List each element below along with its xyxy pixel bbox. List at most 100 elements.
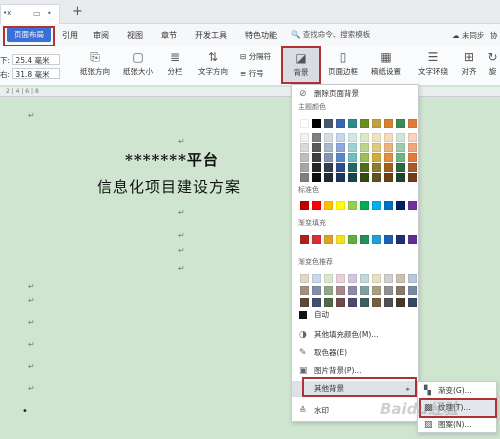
gradient-recommend-swatch[interactable] xyxy=(372,286,381,295)
new-tab-button[interactable]: + xyxy=(72,4,83,19)
gradient-recommend-swatch[interactable] xyxy=(408,274,417,283)
theme-color-swatch[interactable] xyxy=(336,153,345,162)
gradient-fill-swatch[interactable] xyxy=(336,235,345,244)
horizontal-ruler[interactable]: 2 | 4 | 6 | 8 xyxy=(0,87,500,97)
gradient-recommend-swatch[interactable] xyxy=(300,286,309,295)
text-direction-button[interactable]: ⇅ 文字方向 xyxy=(193,50,233,77)
delete-background-item[interactable]: ⊘ 删除页面背景 xyxy=(292,86,418,102)
theme-color-swatch[interactable] xyxy=(384,119,393,128)
standard-color-swatch[interactable] xyxy=(336,201,345,210)
margin-right-field[interactable]: 右: 31.8 毫米 xyxy=(0,68,61,80)
gradient-item[interactable]: ▚ 渐变(G)... xyxy=(418,383,496,399)
paper-size-button[interactable]: ▢ 纸张大小 xyxy=(118,50,158,77)
tab-developer[interactable]: 开发工具 xyxy=(195,30,227,41)
theme-color-swatch[interactable] xyxy=(300,133,309,142)
page-border-button[interactable]: ▯ 页面边框 xyxy=(324,50,362,77)
theme-color-swatch[interactable] xyxy=(360,119,369,128)
manuscript-button[interactable]: ▦ 稿纸设置 xyxy=(364,50,408,77)
gradient-recommend-swatch[interactable] xyxy=(408,298,417,307)
theme-color-swatch[interactable] xyxy=(312,143,321,152)
command-search[interactable]: 🔍 查找命令、搜索模板 xyxy=(291,29,391,42)
standard-color-swatch[interactable] xyxy=(312,201,321,210)
theme-color-swatch[interactable] xyxy=(300,173,309,182)
document-tab[interactable]: •x ▭ • xyxy=(0,4,60,24)
theme-color-swatch[interactable] xyxy=(312,133,321,142)
gradient-recommend-swatch[interactable] xyxy=(312,298,321,307)
theme-color-swatch[interactable] xyxy=(384,133,393,142)
gradient-fill-swatch[interactable] xyxy=(324,235,333,244)
theme-color-swatch[interactable] xyxy=(348,119,357,128)
pattern-item[interactable]: ▧ 图案(N)... xyxy=(418,417,496,433)
theme-color-swatch[interactable] xyxy=(372,133,381,142)
gradient-recommend-swatch[interactable] xyxy=(372,274,381,283)
rotate-button[interactable]: ↻ 旋 xyxy=(485,50,500,77)
theme-color-swatch[interactable] xyxy=(348,133,357,142)
line-numbers-button[interactable]: ≡ 行号 xyxy=(240,68,264,79)
gradient-fill-swatch[interactable] xyxy=(372,235,381,244)
collaborate-button[interactable]: 协 xyxy=(490,30,498,41)
theme-color-swatch[interactable] xyxy=(408,173,417,182)
orientation-button[interactable]: ⎘ 纸张方向 xyxy=(75,50,115,77)
gradient-fill-swatch[interactable] xyxy=(300,235,309,244)
theme-color-swatch[interactable] xyxy=(348,143,357,152)
other-fill-color-item[interactable]: ◑ 其他填充颜色(M)... xyxy=(292,327,418,343)
gradient-recommend-swatch[interactable] xyxy=(384,286,393,295)
standard-color-swatch[interactable] xyxy=(360,201,369,210)
theme-color-swatch[interactable] xyxy=(324,143,333,152)
sync-status[interactable]: ☁ 未同步 xyxy=(452,30,484,41)
standard-color-swatch[interactable] xyxy=(396,201,405,210)
theme-color-swatch[interactable] xyxy=(372,119,381,128)
standard-color-swatch[interactable] xyxy=(384,201,393,210)
standard-color-swatch[interactable] xyxy=(408,201,417,210)
theme-color-swatch[interactable] xyxy=(360,173,369,182)
gradient-recommend-swatch[interactable] xyxy=(360,298,369,307)
standard-color-swatch[interactable] xyxy=(372,201,381,210)
theme-color-swatch[interactable] xyxy=(408,143,417,152)
theme-color-swatch[interactable] xyxy=(336,119,345,128)
theme-color-swatch[interactable] xyxy=(384,153,393,162)
theme-color-swatch[interactable] xyxy=(324,119,333,128)
gradient-recommend-swatch[interactable] xyxy=(396,286,405,295)
theme-color-swatch[interactable] xyxy=(324,163,333,172)
theme-color-swatch[interactable] xyxy=(384,163,393,172)
theme-color-swatch[interactable] xyxy=(396,133,405,142)
margin-bottom-input[interactable]: 25.4 毫米 xyxy=(12,54,61,65)
theme-color-swatch[interactable] xyxy=(312,119,321,128)
theme-color-swatch[interactable] xyxy=(300,143,309,152)
theme-color-swatch[interactable] xyxy=(360,143,369,152)
theme-color-swatch[interactable] xyxy=(408,119,417,128)
theme-color-swatch[interactable] xyxy=(300,119,309,128)
tab-view[interactable]: 视图 xyxy=(127,30,143,41)
gradient-recommend-swatch[interactable] xyxy=(396,274,405,283)
theme-color-swatch[interactable] xyxy=(300,163,309,172)
standard-color-swatch[interactable] xyxy=(324,201,333,210)
theme-color-swatch[interactable] xyxy=(336,133,345,142)
theme-color-swatch[interactable] xyxy=(396,173,405,182)
theme-color-swatch[interactable] xyxy=(348,173,357,182)
gradient-recommend-swatch[interactable] xyxy=(348,298,357,307)
theme-color-swatch[interactable] xyxy=(312,153,321,162)
theme-color-swatch[interactable] xyxy=(336,143,345,152)
gradient-recommend-swatch[interactable] xyxy=(300,274,309,283)
gradient-recommend-swatch[interactable] xyxy=(312,286,321,295)
theme-color-swatch[interactable] xyxy=(372,143,381,152)
theme-color-swatch[interactable] xyxy=(372,163,381,172)
gradient-fill-swatch[interactable] xyxy=(360,235,369,244)
tab-sections[interactable]: 章节 xyxy=(161,30,177,41)
gradient-recommend-swatch[interactable] xyxy=(408,286,417,295)
breaks-button[interactable]: ⊟ 分隔符 xyxy=(240,51,271,62)
theme-color-swatch[interactable] xyxy=(408,133,417,142)
gradient-recommend-swatch[interactable] xyxy=(360,274,369,283)
theme-color-swatch[interactable] xyxy=(408,163,417,172)
theme-color-swatch[interactable] xyxy=(396,163,405,172)
theme-color-swatch[interactable] xyxy=(348,163,357,172)
gradient-recommend-swatch[interactable] xyxy=(348,286,357,295)
auto-color-item[interactable]: 自动 xyxy=(292,307,418,323)
theme-color-swatch[interactable] xyxy=(396,119,405,128)
gradient-fill-swatch[interactable] xyxy=(312,235,321,244)
gradient-recommend-swatch[interactable] xyxy=(384,298,393,307)
theme-color-swatch[interactable] xyxy=(312,163,321,172)
gradient-fill-swatch[interactable] xyxy=(396,235,405,244)
gradient-recommend-swatch[interactable] xyxy=(336,298,345,307)
gradient-recommend-swatch[interactable] xyxy=(324,286,333,295)
